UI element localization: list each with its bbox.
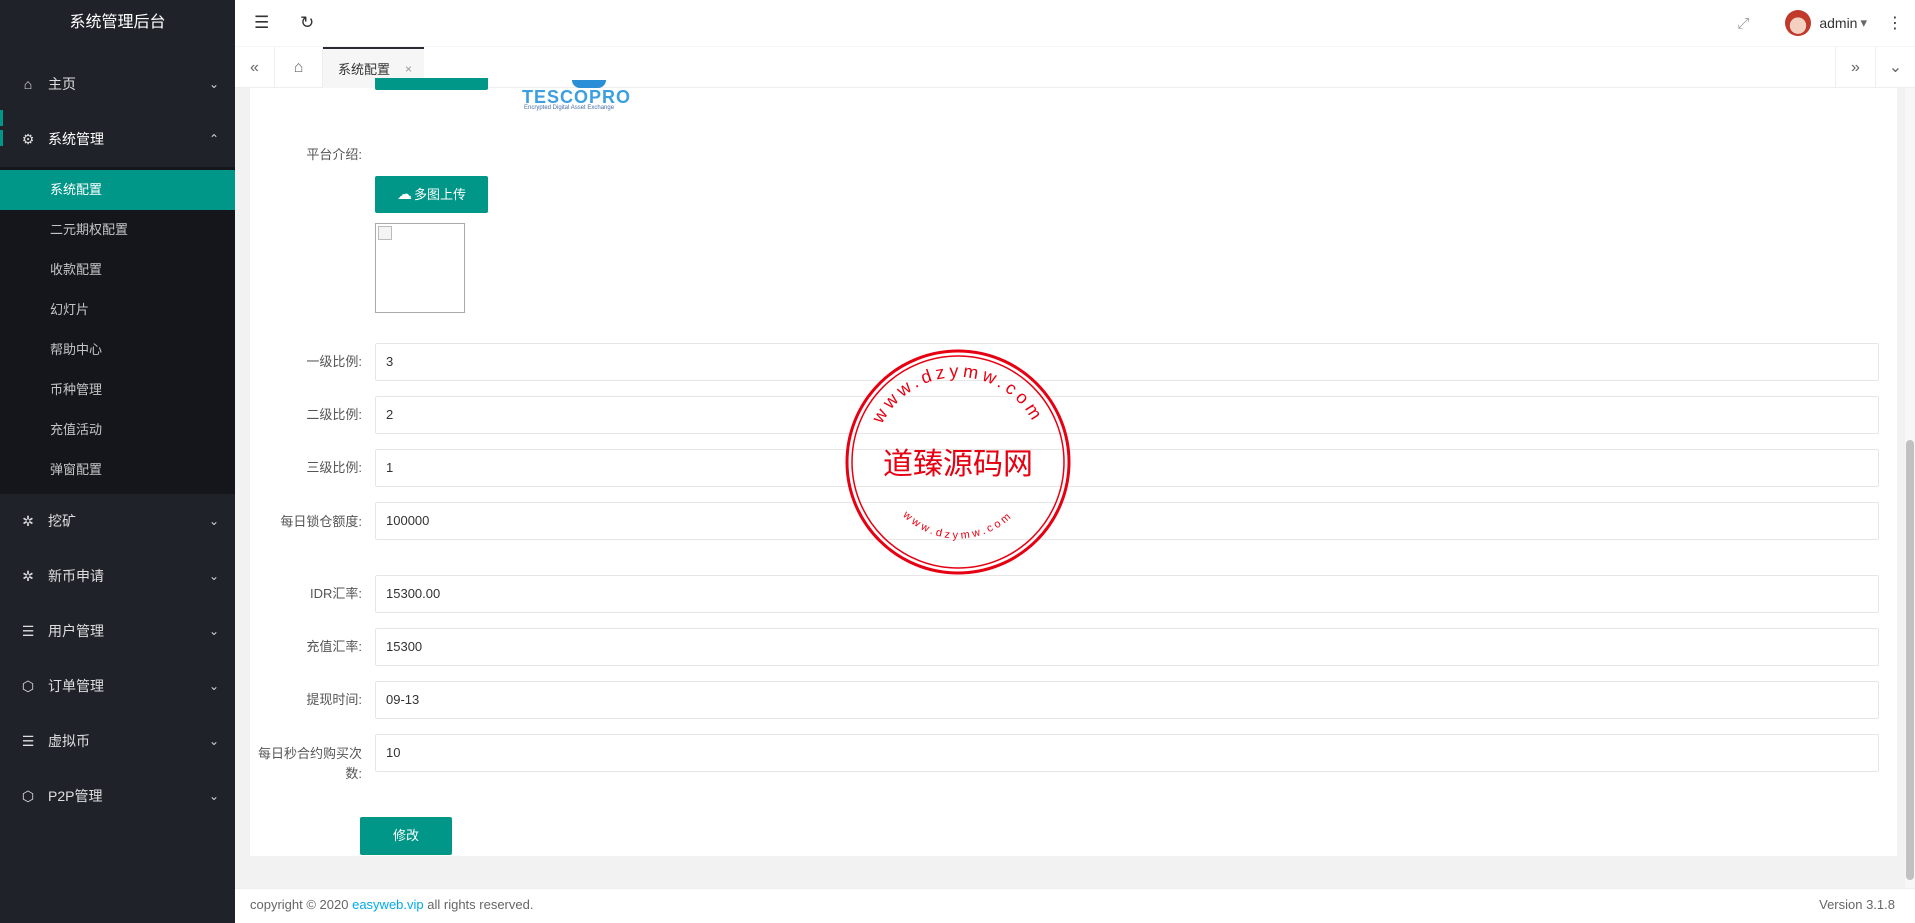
copyright-suffix: all rights reserved. bbox=[423, 897, 534, 912]
daily-lock-limit-input[interactable]: 100000 bbox=[375, 502, 1879, 540]
sidebar-item-system[interactable]: ⚙ 系统管理 ⌃ bbox=[0, 110, 235, 167]
tab-label: 系统配置 bbox=[338, 62, 391, 77]
submit-button[interactable]: 修改 bbox=[360, 817, 452, 855]
sidebar-item-label: 订单管理 bbox=[48, 678, 104, 694]
user-name[interactable]: admin bbox=[1819, 15, 1857, 31]
field-label: 每日锁仓额度: bbox=[280, 514, 362, 529]
sidebar-subitem-slideshow[interactable]: 幻灯片 bbox=[0, 290, 235, 330]
seal-center-text: 道臻源码网 bbox=[883, 447, 1033, 482]
refresh-icon[interactable]: ↻ bbox=[300, 0, 314, 46]
chevron-up-icon: ⌃ bbox=[208, 132, 219, 146]
uploaded-image-placeholder[interactable] bbox=[375, 223, 465, 313]
broken-image-icon bbox=[378, 226, 392, 240]
sidebar-item-label: 主页 bbox=[48, 76, 76, 92]
chevron-down-icon: ⌄ bbox=[208, 789, 219, 803]
sidebar-subitem-system-config[interactable]: 系统配置 bbox=[0, 170, 235, 210]
scrollbar-thumb[interactable] bbox=[1906, 440, 1914, 880]
chevron-down-icon: ⌄ bbox=[208, 624, 219, 638]
gear-icon: ⚙ bbox=[21, 131, 35, 147]
platform-intro-label: 平台介绍: bbox=[306, 147, 362, 162]
copyright: copyright © 2020 easyweb.vip all rights … bbox=[250, 885, 533, 923]
sidebar-item-label: 系统管理 bbox=[48, 131, 104, 147]
sidebar-item-label: 用户管理 bbox=[48, 623, 104, 639]
logo-text: TESCOPRO bbox=[522, 87, 632, 107]
tabs-home-icon[interactable]: ⌂ bbox=[275, 47, 323, 88]
daily-contract-purchases-input[interactable]: 10 bbox=[375, 734, 1879, 772]
sidebar-item-orders[interactable]: ⬡ 订单管理 ⌄ bbox=[0, 659, 235, 714]
list-icon: ☰ bbox=[21, 733, 35, 749]
footer: copyright © 2020 easyweb.vip all rights … bbox=[235, 888, 1915, 923]
submenu-system: 系统配置 二元期权配置 收款配置 幻灯片 帮助中心 币种管理 充值活动 弹窗配置 bbox=[0, 167, 235, 494]
field-label: 提现时间: bbox=[306, 692, 362, 707]
sidebar-subitem-payment-config[interactable]: 收款配置 bbox=[0, 250, 235, 290]
sidebar-subitem-help-center[interactable]: 帮助中心 bbox=[0, 330, 235, 370]
chevron-down-icon: ⌄ bbox=[208, 569, 219, 583]
menu-toggle-icon[interactable]: ☰ bbox=[254, 0, 269, 46]
logo-subtext: Encrypted Digital Asset Exchange bbox=[524, 105, 615, 111]
level3-ratio-input[interactable]: 1 bbox=[375, 449, 1879, 487]
platform-logo-image: TESCOPRO Encrypted Digital Asset Exchang… bbox=[520, 80, 660, 111]
fullscreen-icon[interactable]: ⤢ bbox=[1737, 15, 1749, 32]
copyright-prefix: copyright © 2020 bbox=[250, 897, 353, 912]
sidebar-item-virtual-currency[interactable]: ☰ 虚拟币 ⌄ bbox=[0, 714, 235, 769]
tabs-dropdown-icon[interactable]: ⌄ bbox=[1875, 47, 1915, 88]
field-label: 每日秒合约购买次数: bbox=[257, 746, 362, 781]
field-label: 三级比例: bbox=[306, 460, 362, 475]
footer-link[interactable]: easyweb.vip bbox=[352, 897, 424, 912]
active-indicator bbox=[0, 130, 3, 146]
config-form: TESCOPRO Encrypted Digital Asset Exchang… bbox=[250, 78, 1897, 856]
upload-button-label: 多图上传 bbox=[413, 187, 466, 202]
sidebar-subitem-currency[interactable]: 币种管理 bbox=[0, 370, 235, 410]
list-icon: ☰ bbox=[21, 623, 35, 639]
field-label: IDR汇率: bbox=[309, 586, 362, 601]
chevron-down-icon: ⌄ bbox=[208, 77, 219, 91]
avatar[interactable] bbox=[1785, 10, 1812, 36]
upload-button-partial[interactable] bbox=[375, 78, 488, 90]
tabs-next-icon[interactable]: » bbox=[1835, 47, 1875, 88]
version-label: Version 3.1.8 bbox=[1819, 897, 1895, 912]
more-icon[interactable]: ⋮ bbox=[1887, 13, 1903, 33]
tabs-prev-icon[interactable]: « bbox=[235, 47, 275, 88]
cog-icon: ✲ bbox=[22, 568, 34, 584]
cube-icon: ⬡ bbox=[21, 788, 35, 804]
top-header: ☰ ↻ ⤢ admin ▾ ⋮ bbox=[235, 0, 1915, 46]
withdraw-time-input[interactable]: 09-13 bbox=[375, 681, 1879, 719]
home-icon: ⌂ bbox=[23, 76, 33, 92]
sidebar-item-mining[interactable]: ✲ 挖矿 ⌄ bbox=[0, 494, 235, 549]
field-label: 充值汇率: bbox=[306, 639, 362, 654]
cube-icon: ⬡ bbox=[21, 678, 35, 694]
header-right: ⤢ admin ▾ ⋮ bbox=[1737, 0, 1915, 46]
sidebar-subitem-recharge-activity[interactable]: 充值活动 bbox=[0, 410, 235, 450]
sidebar-item-label: P2P管理 bbox=[48, 788, 103, 804]
chevron-down-icon: ⌄ bbox=[208, 679, 219, 693]
multi-upload-button[interactable]: ☁ 多图上传 bbox=[375, 176, 488, 213]
sidebar-item-home[interactable]: ⌂ 主页 ⌄ bbox=[0, 57, 235, 112]
idr-rate-input[interactable]: 15300.00 bbox=[375, 575, 1879, 613]
sidebar-item-label: 虚拟币 bbox=[48, 733, 90, 749]
sidebar-item-label: 新币申请 bbox=[48, 568, 104, 584]
cloud-upload-icon: ☁ bbox=[396, 186, 412, 203]
app-title: 系统管理后台 bbox=[0, 0, 235, 46]
level2-ratio-input[interactable]: 2 bbox=[375, 396, 1879, 434]
watermark-seal: www.dzymw.com 道臻源码网 www.dzymw.com bbox=[845, 349, 1071, 575]
field-label: 一级比例: bbox=[306, 354, 362, 369]
chevron-down-icon: ⌄ bbox=[208, 514, 219, 528]
sidebar: 系统管理后台 ⌂ 主页 ⌄ ⚙ 系统管理 ⌃ 系统配置 二元期权配置 收款配置 … bbox=[0, 0, 235, 923]
caret-down-icon[interactable]: ▾ bbox=[1860, 15, 1867, 31]
seal-ring-text-bottom: www.dzymw.com bbox=[900, 508, 1016, 541]
recharge-rate-input[interactable]: 15300 bbox=[375, 628, 1879, 666]
cog-icon: ✲ bbox=[22, 513, 34, 529]
sidebar-item-p2p[interactable]: ⬡ P2P管理 ⌄ bbox=[0, 769, 235, 824]
sidebar-item-new-coin[interactable]: ✲ 新币申请 ⌄ bbox=[0, 549, 235, 604]
level1-ratio-input[interactable]: 3 bbox=[375, 343, 1879, 381]
sidebar-item-users[interactable]: ☰ 用户管理 ⌄ bbox=[0, 604, 235, 659]
sidebar-subitem-binary-options[interactable]: 二元期权配置 bbox=[0, 210, 235, 250]
chevron-down-icon: ⌄ bbox=[208, 734, 219, 748]
sidebar-item-label: 挖矿 bbox=[48, 513, 76, 529]
field-label: 二级比例: bbox=[306, 407, 362, 422]
sidebar-subitem-popup-config[interactable]: 弹窗配置 bbox=[0, 450, 235, 490]
